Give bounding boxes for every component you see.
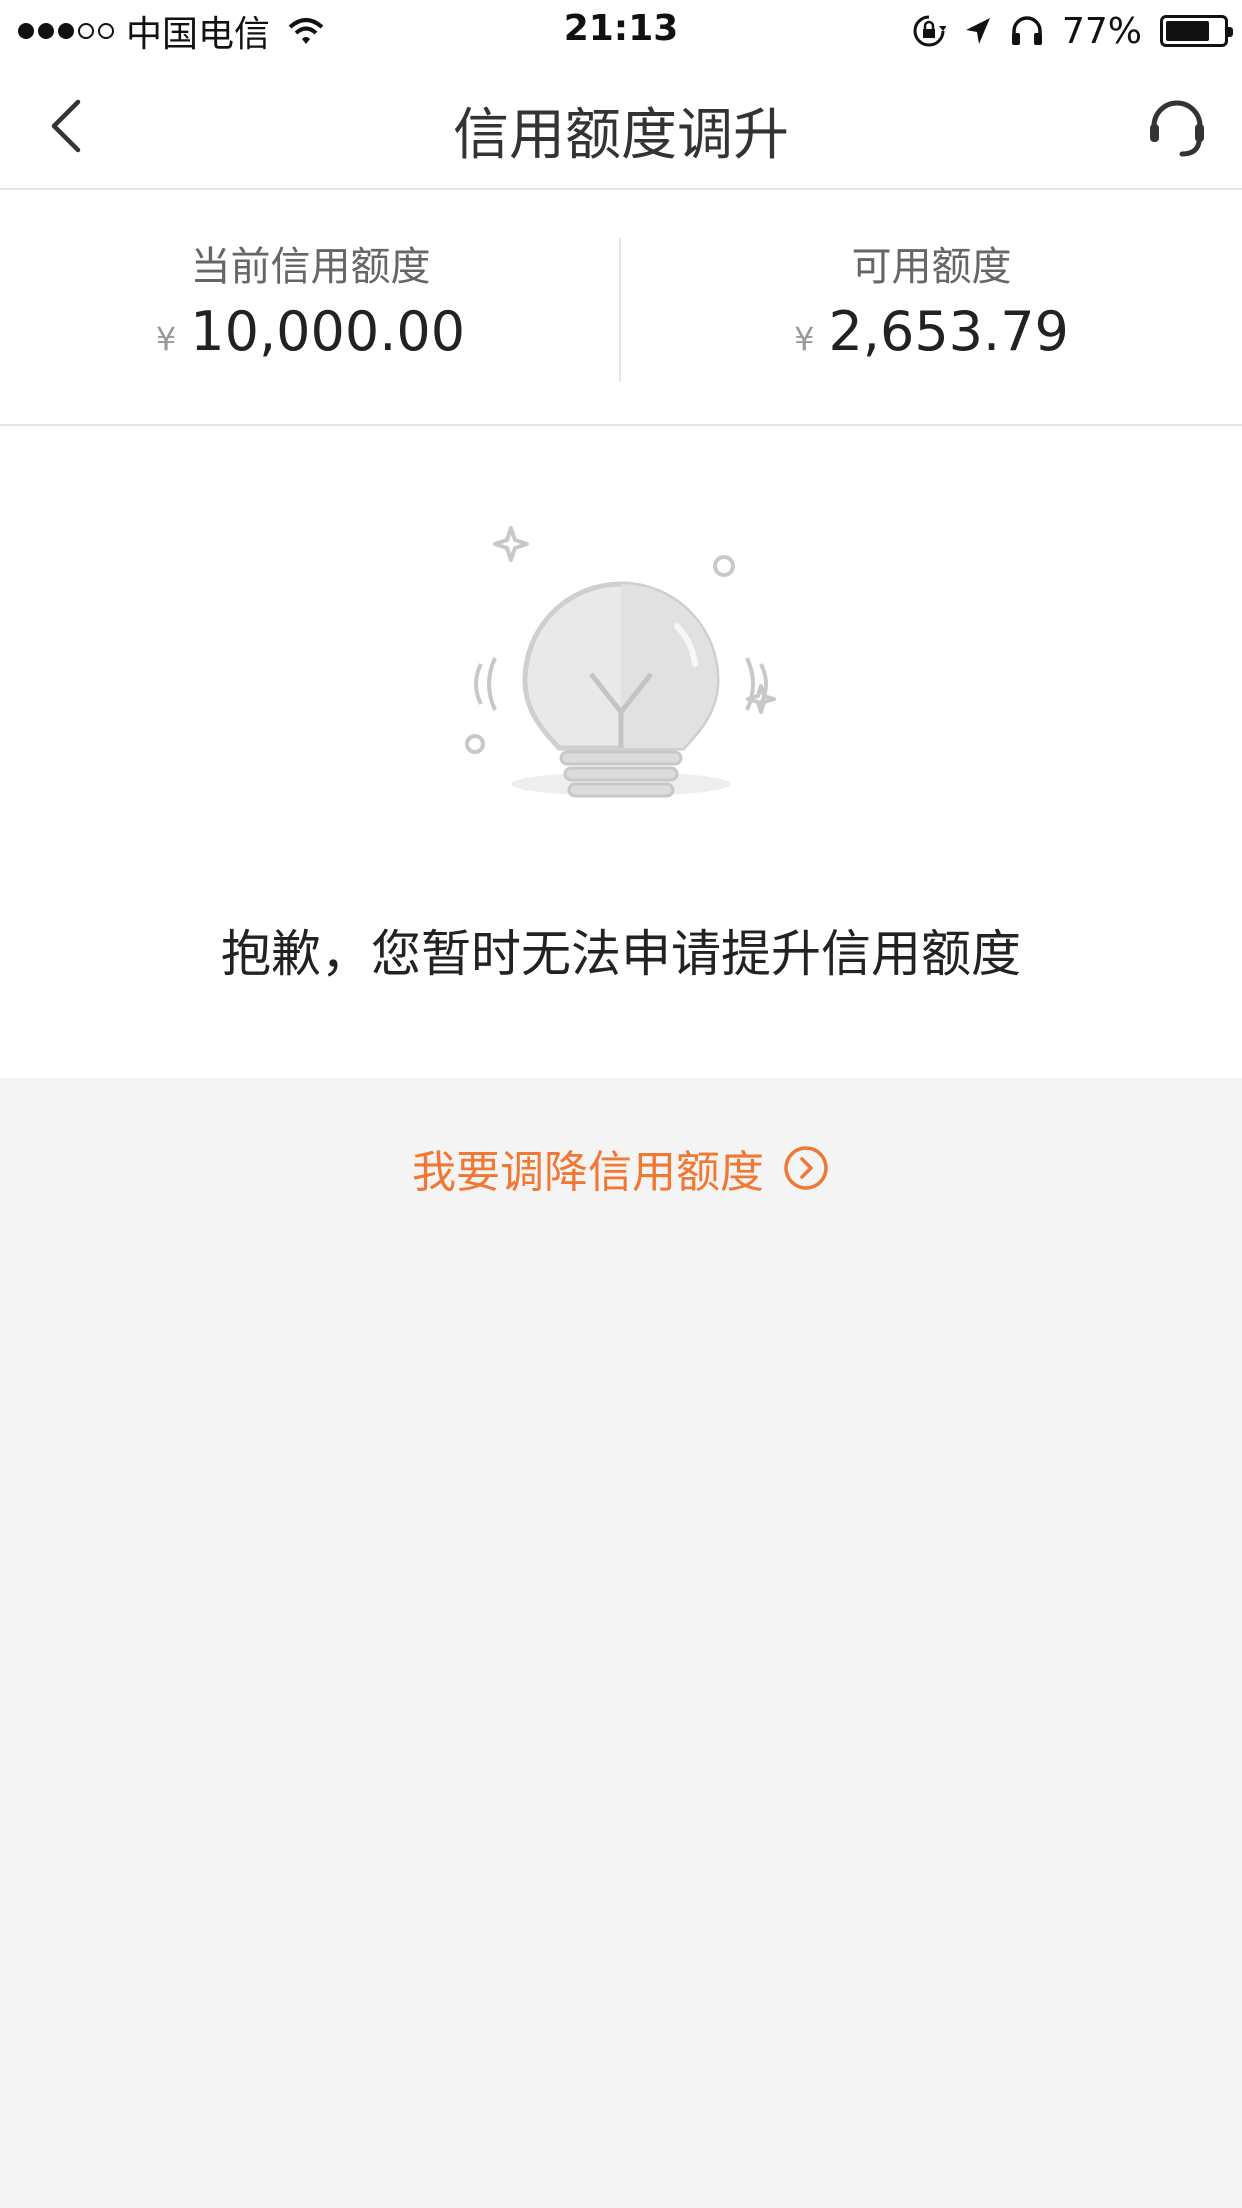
navigation-bar: 信用额度调升 bbox=[0, 62, 1242, 190]
decrease-limit-label: 我要调降信用额度 bbox=[412, 1147, 764, 1198]
available-label: 可用额度 bbox=[851, 244, 1012, 290]
current-limit-block: 当前信用额度 ¥10,000.00 bbox=[0, 190, 621, 426]
customer-service-icon[interactable] bbox=[1142, 92, 1212, 162]
available-value: 2,653.79 bbox=[828, 300, 1069, 363]
location-arrow-icon bbox=[965, 18, 990, 44]
empty-state-message: 抱歉，您暂时无法申请提升信用额度 bbox=[221, 925, 1021, 983]
lock-rotation-icon bbox=[913, 15, 946, 47]
current-limit-label: 当前信用额度 bbox=[190, 244, 431, 290]
available-amount: ¥2,653.79 bbox=[621, 300, 1242, 363]
status-right: 77% bbox=[894, 10, 1233, 52]
currency-symbol: ¥ bbox=[155, 320, 177, 358]
credit-summary: 当前信用额度 ¥10,000.00 可用额度 ¥2,653.79 bbox=[0, 190, 1242, 426]
current-limit-amount: ¥10,000.00 bbox=[0, 300, 621, 363]
page-title: 信用额度调升 bbox=[453, 103, 789, 168]
headphones-icon bbox=[1011, 16, 1042, 45]
lightbulb-icon bbox=[465, 526, 776, 798]
currency-symbol: ¥ bbox=[794, 320, 815, 358]
decrease-limit-link[interactable]: 我要调降信用额度 bbox=[0, 1138, 1242, 1198]
battery-icon bbox=[1160, 15, 1233, 47]
battery-percent: 77% bbox=[1061, 10, 1142, 52]
status-bar: 中国电信 21:13 77% bbox=[0, 0, 1242, 62]
empty-state-panel: 抱歉，您暂时无法申请提升信用额度 bbox=[0, 426, 1242, 1078]
available-limit-block: 可用额度 ¥2,653.79 bbox=[621, 190, 1242, 426]
chevron-right-circle-icon bbox=[784, 1146, 828, 1190]
current-limit-value: 10,000.00 bbox=[190, 300, 466, 363]
